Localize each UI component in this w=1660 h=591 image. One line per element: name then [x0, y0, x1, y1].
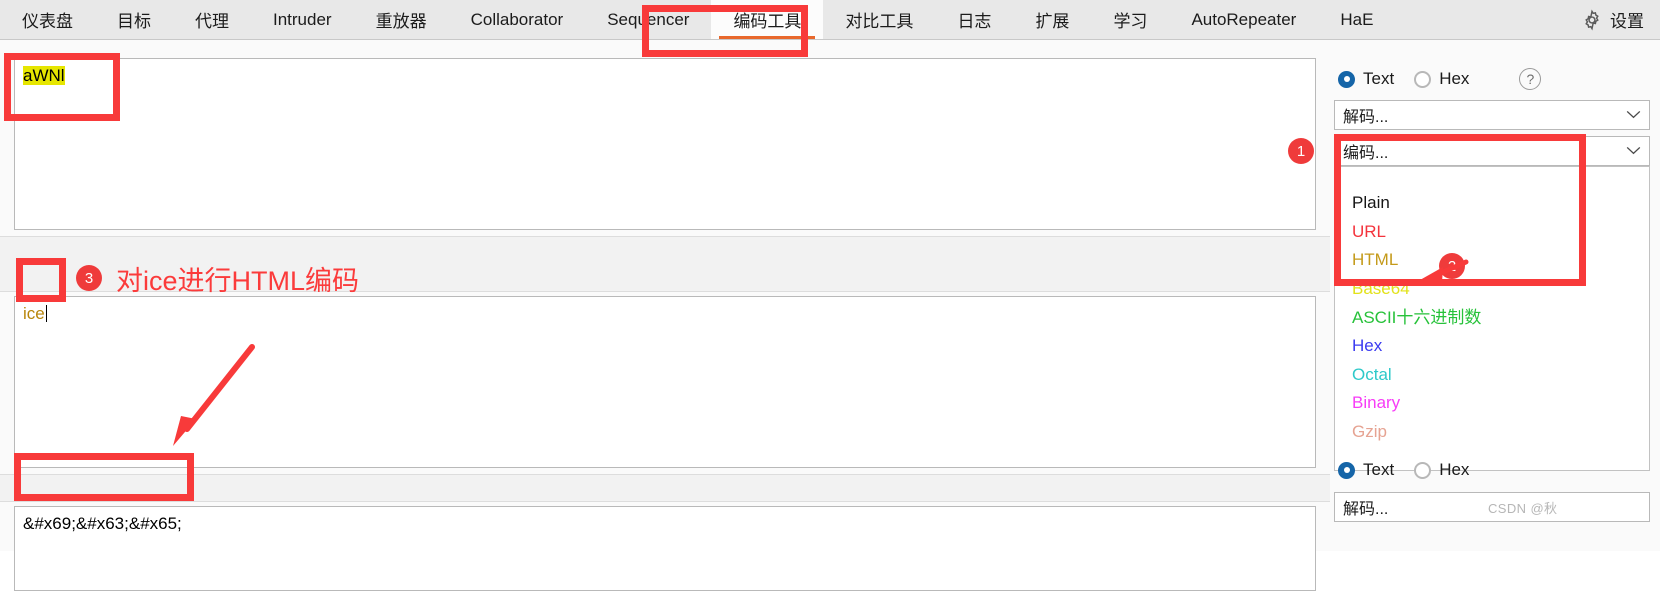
decoder-right-column: Text Hex ? 解码... 编码... Plain URL HTML Ba…: [1330, 40, 1660, 551]
dropdown-option-hex[interactable]: Hex: [1335, 332, 1649, 361]
dropdown-option-octal[interactable]: Octal: [1335, 361, 1649, 390]
output-editor-stage3[interactable]: &#x69;&#x63;&#x65;: [14, 506, 1316, 591]
editor-value: &#x69;&#x63;&#x65;: [23, 514, 182, 533]
encode-as-dropdown-list[interactable]: Plain URL HTML Base64 ASCII十六进制数 Hex Oct…: [1334, 166, 1650, 471]
tab-target[interactable]: 目标: [95, 0, 173, 39]
dropdown-option-url[interactable]: URL: [1335, 218, 1649, 247]
dropdown-option-plain[interactable]: Plain: [1335, 189, 1649, 218]
chevron-down-icon: [1626, 106, 1641, 124]
radio-text-bottom[interactable]: [1338, 461, 1355, 479]
radio-hex-top[interactable]: [1414, 70, 1432, 88]
tab-label: 日志: [957, 12, 992, 31]
annotation-badge-1: 1: [1288, 138, 1314, 164]
decode-as-select-top[interactable]: 解码...: [1334, 100, 1650, 130]
tab-label: Intruder: [273, 9, 332, 29]
chevron-down-icon: [1626, 142, 1641, 160]
tab-decoder[interactable]: 编码工具: [711, 0, 824, 39]
tab-logger[interactable]: 日志: [935, 0, 1013, 39]
radio-hex-bottom-label: Hex: [1439, 460, 1470, 479]
dropdown-option-gzip[interactable]: Gzip: [1335, 418, 1649, 447]
tab-label: 对比工具: [845, 12, 914, 31]
tab-label: 重放器: [375, 12, 427, 31]
tab-label: AutoRepeater: [1191, 9, 1297, 29]
tab-bar-spacer: [1395, 0, 1571, 39]
decode-as-select-top-value: 解码...: [1343, 109, 1389, 126]
tab-collaborator[interactable]: Collaborator: [449, 0, 586, 39]
tab-learn[interactable]: 学习: [1091, 0, 1169, 39]
settings-label: 设置: [1610, 12, 1644, 31]
tab-label: Sequencer: [607, 9, 690, 29]
text-caret: [45, 305, 47, 322]
format-radio-group-bottom: Text Hex: [1338, 460, 1481, 480]
tab-extensions[interactable]: 扩展: [1013, 0, 1091, 39]
tab-proxy[interactable]: 代理: [173, 0, 251, 39]
annotation-badge-3: 3: [76, 265, 102, 291]
editor-value: ice: [23, 304, 45, 323]
annotation-badge-2: 2: [1439, 253, 1465, 279]
input-editor-stage2[interactable]: ice: [14, 296, 1316, 468]
tab-label: 代理: [195, 12, 229, 31]
editor-text[interactable]: ice: [15, 297, 1315, 330]
tab-label: 目标: [117, 12, 151, 31]
tab-label: Collaborator: [470, 9, 564, 29]
tab-label: 学习: [1113, 12, 1148, 31]
annotation-note-3: 对ice进行HTML编码: [116, 266, 360, 296]
dropdown-option-binary[interactable]: Binary: [1335, 389, 1649, 418]
main-tab-bar: 仪表盘 目标 代理 Intruder 重放器 Collaborator Sequ…: [0, 0, 1660, 40]
tab-label: 仪表盘: [22, 12, 73, 31]
settings-button[interactable]: 设置: [1571, 0, 1660, 39]
tab-label: 编码工具: [733, 12, 802, 31]
editor-text[interactable]: &#x69;&#x63;&#x65;: [15, 507, 1315, 540]
editor-text[interactable]: aWNl: [15, 59, 1315, 92]
tab-comparer[interactable]: 对比工具: [823, 0, 935, 39]
encode-as-select-top[interactable]: 编码...: [1334, 136, 1650, 166]
encode-as-select-top-value: 编码...: [1343, 145, 1389, 162]
tab-dashboard[interactable]: 仪表盘: [0, 0, 95, 39]
radio-text-top-label: Text: [1363, 69, 1395, 88]
tab-sequencer[interactable]: Sequencer: [585, 0, 711, 39]
tab-label: HaE: [1340, 9, 1374, 29]
dropdown-option-base64[interactable]: Base64: [1335, 275, 1649, 304]
dropdown-option-html[interactable]: HTML: [1335, 246, 1649, 275]
editor-value-highlighted: aWNl: [23, 66, 65, 85]
radio-hex-bottom[interactable]: [1414, 461, 1432, 479]
tab-label: 扩展: [1035, 12, 1070, 31]
format-radio-group-top: Text Hex ?: [1338, 68, 1542, 90]
input-editor-stage1[interactable]: aWNl: [14, 58, 1316, 230]
dropdown-option-ascii-hex[interactable]: ASCII十六进制数: [1335, 304, 1649, 333]
radio-text-bottom-label: Text: [1363, 460, 1395, 479]
tab-intruder[interactable]: Intruder: [251, 0, 354, 39]
stage-separator-2: [0, 474, 1330, 502]
tab-hae[interactable]: HaE: [1318, 0, 1395, 39]
radio-text-top[interactable]: [1338, 70, 1355, 88]
tab-autorepeater[interactable]: AutoRepeater: [1169, 0, 1318, 39]
csdn-watermark: CSDN @秋: [1488, 501, 1558, 516]
tab-repeater[interactable]: 重放器: [354, 0, 449, 39]
help-icon[interactable]: ?: [1519, 68, 1542, 90]
gear-icon: [1581, 8, 1603, 31]
radio-hex-top-label: Hex: [1439, 69, 1470, 88]
